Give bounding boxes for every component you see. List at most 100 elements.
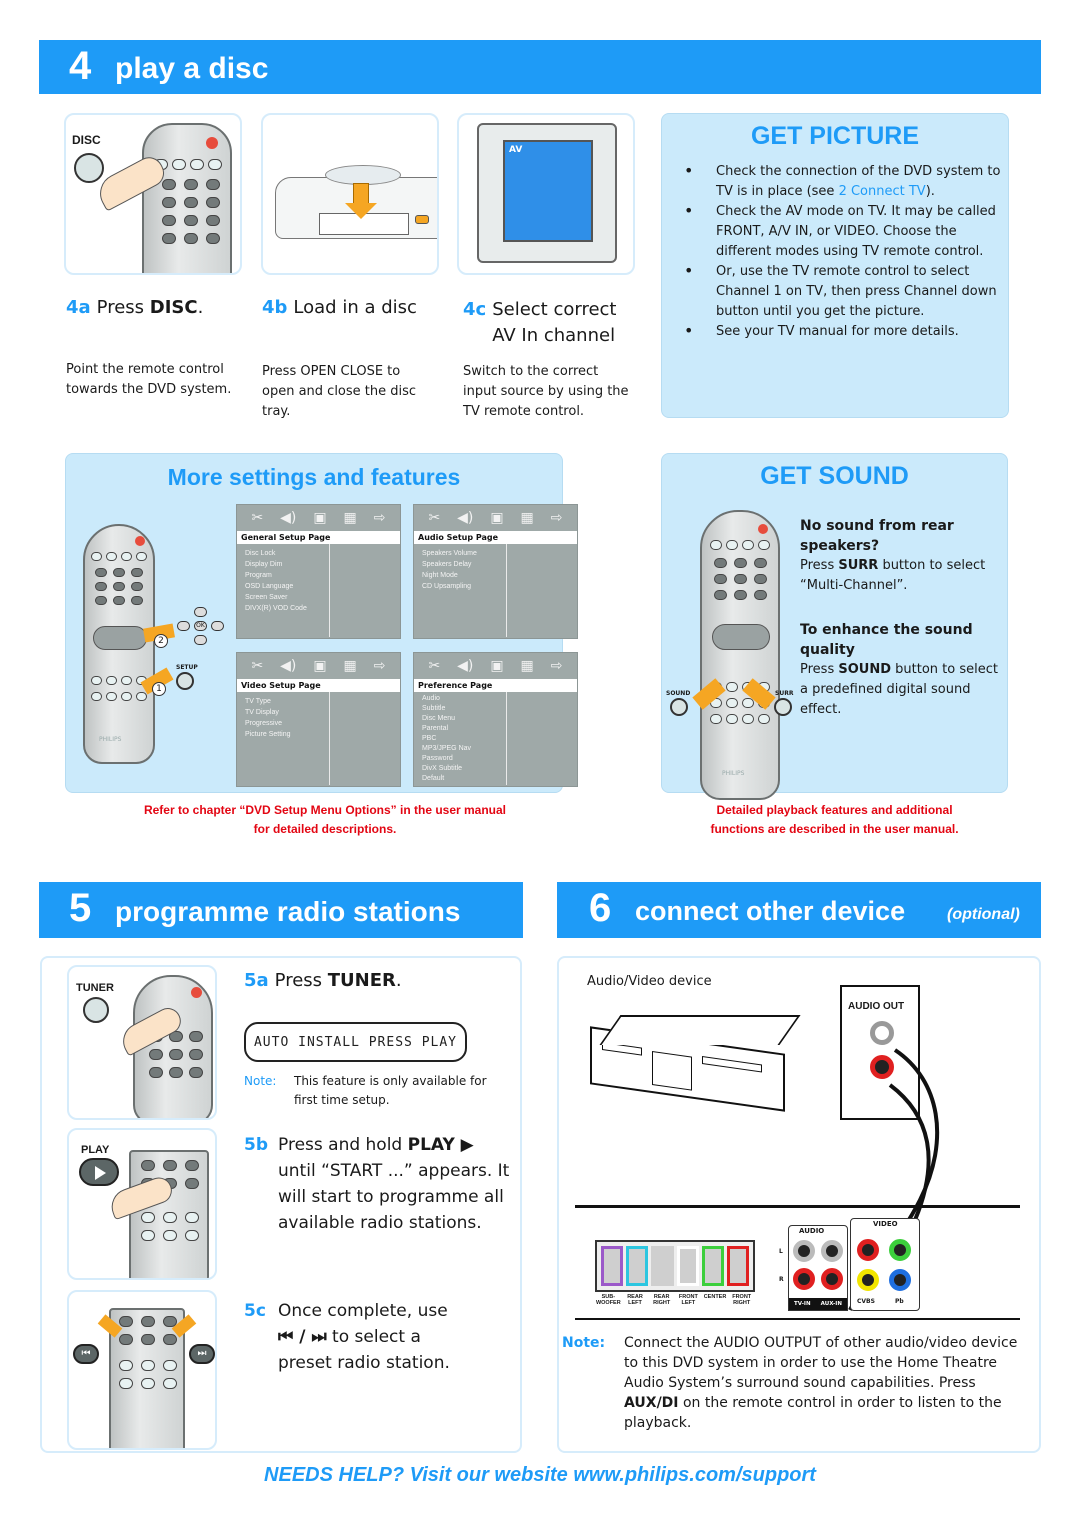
tip-title: To enhance the sound quality: [800, 622, 973, 658]
menu-item: PBC: [422, 735, 437, 742]
surr-button-label: SURR: [775, 690, 794, 697]
get-sound-panel: GET SOUND PHILIPS SOUND SURR No sound fr…: [661, 453, 1008, 800]
illustration-load-disc: [261, 113, 439, 275]
surr-button-icon: [774, 698, 792, 716]
remote-button-icon: [121, 692, 132, 701]
step-text: Once complete, use: [278, 1301, 448, 1321]
remote-button-icon: [208, 159, 222, 170]
remote-button-icon: [106, 676, 117, 685]
menu-title: Video Setup Page: [237, 679, 400, 692]
connect-note: Note: Connect the AUDIO OUTPUT of other …: [562, 1333, 1032, 1433]
item-text: See your TV manual for more details.: [716, 324, 959, 339]
remote-button-icon: [184, 215, 198, 226]
aux-in-l-jack-icon: [821, 1240, 843, 1262]
speaker-label: CENTER: [703, 1294, 727, 1300]
tools-icon: ✂: [251, 510, 264, 526]
remote-button-icon: [185, 1230, 199, 1241]
step-5c: 5c Once complete, use ⏮ / ⏭ to select a …: [244, 1298, 514, 1376]
illustration-press-play: PLAY: [67, 1128, 217, 1280]
remote-control-icon: [129, 1150, 209, 1278]
remote-button-icon: [172, 159, 186, 170]
speaker-connector: [701, 1246, 724, 1286]
menu-item: Screen Saver: [245, 594, 288, 601]
section-4-title: play a disc: [115, 52, 269, 85]
remote-button-icon: [163, 1378, 177, 1389]
video-jack-icon: [889, 1239, 911, 1261]
menu-item: TV Type: [245, 698, 271, 705]
remote-button-icon: [162, 179, 176, 190]
device-display-icon: [652, 1051, 692, 1091]
remote-button-icon: [119, 1334, 133, 1345]
remote-button-icon: [113, 596, 125, 605]
footnote-line: functions are described in the user manu…: [710, 822, 959, 836]
get-picture-item: Check the AV mode on TV. It may be calle…: [662, 201, 1007, 262]
tuner-button-label: TUNER: [76, 982, 114, 994]
remote-button-icon: [136, 692, 147, 701]
remote-button-icon: [131, 568, 143, 577]
step-5c-text: Once complete, use ⏮ / ⏭ to select a pre…: [278, 1298, 514, 1376]
step-title-bold: DISC: [149, 297, 198, 318]
speaker-connector: [726, 1246, 750, 1286]
help-link[interactable]: NEEDS HELP? Visit our website www.philip…: [264, 1464, 816, 1486]
step-4a-title: 4a Press DISC.: [66, 297, 246, 318]
step-title-suffix: .: [197, 297, 204, 318]
speaker-label: REAR LEFT: [627, 1294, 643, 1306]
device-slot-icon: [702, 1056, 762, 1073]
remote-button-icon: [185, 1212, 199, 1223]
remote-button-icon: [106, 552, 117, 561]
sound-tip-1: No sound from rear speakers? Press SURR …: [800, 516, 1005, 596]
tv-in-label: TV-IN: [794, 1301, 811, 1307]
menu-items: Audio Subtitle Disc Menu Parental PBC MP…: [414, 692, 507, 785]
remote-button-icon: [184, 197, 198, 208]
menu-item: Default: [422, 775, 445, 782]
play-button-icon: [79, 1158, 119, 1186]
speaker-label: SUB-WOOFER: [595, 1294, 621, 1306]
callout-2: 2: [154, 634, 168, 648]
remote-button-icon: [714, 558, 727, 568]
tip-title: No sound from rear speakers?: [800, 518, 954, 554]
disc-button-icon: [74, 153, 104, 183]
item-text: ).: [925, 184, 935, 199]
remote-button-icon: [726, 682, 738, 692]
remote-button-icon: [734, 590, 747, 600]
section-6-optional: (optional): [947, 906, 1020, 923]
remote-button-icon: [206, 179, 220, 190]
tuner-note: Note: This feature is only available for…: [244, 1072, 504, 1110]
remote-button-icon: [141, 1230, 155, 1241]
setup-remote-icon: PHILIPS: [83, 524, 155, 764]
step-text: until “START ...” appears. It will start…: [278, 1161, 510, 1233]
remote-button-icon: [95, 568, 107, 577]
power-button-icon: [135, 536, 145, 546]
remote-button-icon: [734, 558, 747, 568]
speaker-icon: ◀): [457, 658, 474, 674]
menu-item: Subtitle: [422, 705, 446, 712]
more-settings-panel: More settings and features PHILIPS 2 1 O…: [65, 453, 578, 793]
section-4-banner: 4 play a disc: [39, 40, 1041, 94]
note-bold: AUX/DI: [624, 1395, 679, 1411]
step-5b: 5b Press and hold PLAY ▶ until “START ..…: [244, 1132, 514, 1236]
step-bold: PLAY ▶: [407, 1135, 474, 1155]
step-label: 4b: [262, 297, 288, 318]
remote-button-icon: [149, 1067, 163, 1078]
remote-brand-label: PHILIPS: [722, 770, 745, 777]
remote-button-icon: [121, 676, 132, 685]
pb-label: Pb: [895, 1298, 904, 1305]
footnote-line: Refer to chapter “DVD Setup Menu Options…: [143, 803, 507, 817]
menu-item: Speakers Volume: [422, 550, 477, 557]
remote-button-icon: [163, 1212, 177, 1223]
step-text-line: ⏮ / ⏭ to select a: [278, 1324, 514, 1350]
remote-button-icon: [184, 179, 198, 190]
remote-button-icon: [742, 714, 754, 724]
step-label: 4c: [463, 299, 487, 320]
connect-tv-link[interactable]: 2 Connect TV: [839, 184, 926, 199]
speaker-connector: [601, 1246, 624, 1286]
speaker-icon: ◀): [280, 658, 297, 674]
speaker-connector: [651, 1246, 674, 1286]
section-6-number: 6: [589, 886, 612, 930]
nav-down-icon: [194, 635, 207, 645]
power-button-icon: [206, 137, 218, 149]
play-button-label: PLAY: [81, 1144, 110, 1156]
power-button-icon: [191, 987, 202, 998]
menu-toolbar: ✂ ◀) ▣ ▦ ⇨: [414, 505, 577, 531]
remote-button-icon: [189, 1067, 203, 1078]
